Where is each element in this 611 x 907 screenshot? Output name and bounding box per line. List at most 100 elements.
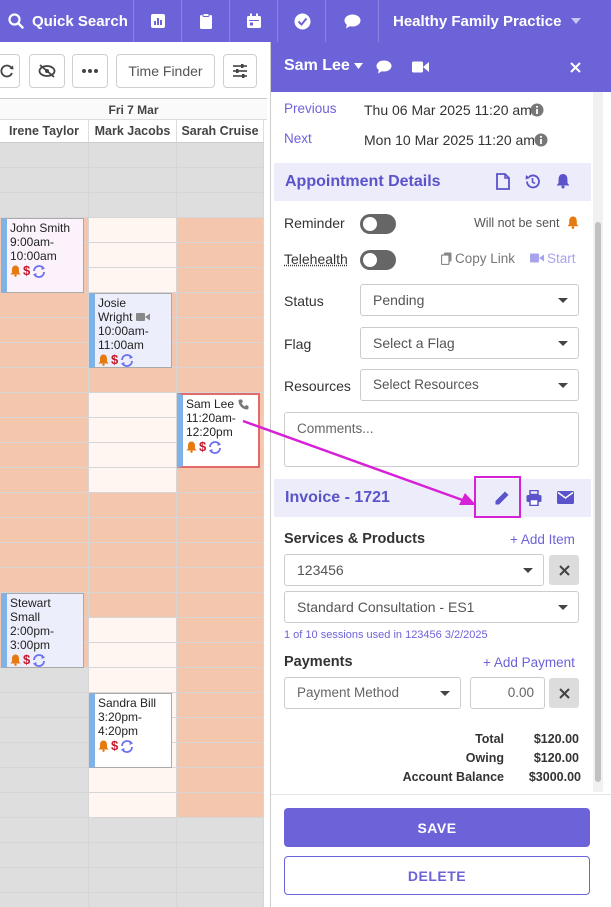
next-link[interactable]: Next: [284, 131, 312, 146]
service-product-select[interactable]: Standard Consultation - ES1: [284, 591, 579, 623]
info-icon[interactable]: [534, 133, 548, 147]
time-slot[interactable]: [89, 468, 177, 493]
time-slot[interactable]: [89, 168, 177, 193]
refresh-button[interactable]: [0, 54, 20, 88]
document-icon[interactable]: [496, 173, 510, 190]
time-slot[interactable]: [89, 818, 177, 843]
video-icon[interactable]: [412, 61, 429, 73]
filter-settings-button[interactable]: [223, 54, 257, 88]
time-slot[interactable]: [89, 368, 177, 393]
quick-search-button[interactable]: Quick Search: [0, 0, 134, 42]
time-slot[interactable]: [89, 493, 177, 518]
time-slot[interactable]: [0, 868, 89, 893]
time-slot[interactable]: [0, 418, 89, 443]
time-slot[interactable]: [89, 843, 177, 868]
save-button[interactable]: SAVE: [284, 808, 590, 847]
time-slot[interactable]: [177, 568, 264, 593]
time-slot[interactable]: [0, 668, 89, 693]
copy-icon[interactable]: [441, 252, 452, 265]
time-slot[interactable]: [0, 718, 89, 743]
time-slot[interactable]: [177, 643, 264, 668]
resources-select[interactable]: Select Resources: [360, 369, 579, 401]
time-slot[interactable]: [177, 768, 264, 793]
time-slot[interactable]: [0, 818, 89, 843]
time-slot[interactable]: [89, 868, 177, 893]
payment-method-select[interactable]: Payment Method: [284, 677, 461, 709]
time-slot[interactable]: [89, 418, 177, 443]
time-slot[interactable]: [0, 493, 89, 518]
time-slot[interactable]: [89, 393, 177, 418]
telehealth-toggle[interactable]: [360, 250, 396, 270]
time-slot[interactable]: [0, 368, 89, 393]
previous-link[interactable]: Previous: [284, 101, 337, 116]
time-slot[interactable]: [177, 343, 264, 368]
time-slot[interactable]: [0, 843, 89, 868]
appointment-josie-wright[interactable]: Josie Wright 10:00am- 11:00am $: [89, 293, 172, 368]
printer-icon[interactable]: [526, 490, 542, 506]
time-slot[interactable]: [177, 268, 264, 293]
time-slot[interactable]: [89, 143, 177, 168]
time-slot[interactable]: [0, 568, 89, 593]
time-slot[interactable]: [89, 793, 177, 818]
time-slot[interactable]: [89, 618, 177, 643]
column-header-sarah-cruise[interactable]: Sarah Cruise: [177, 120, 264, 143]
time-slot[interactable]: [177, 843, 264, 868]
time-slot[interactable]: [0, 318, 89, 343]
time-slot[interactable]: [177, 518, 264, 543]
time-slot[interactable]: [0, 168, 89, 193]
time-slot[interactable]: [177, 618, 264, 643]
add-item-link[interactable]: + Add Item: [510, 532, 575, 547]
bell-icon[interactable]: [556, 173, 570, 189]
time-slot[interactable]: [0, 393, 89, 418]
time-slot[interactable]: [0, 443, 89, 468]
time-slot[interactable]: [0, 793, 89, 818]
payment-amount-input[interactable]: 0.00: [470, 677, 545, 709]
time-slot[interactable]: [0, 543, 89, 568]
time-slot[interactable]: [89, 893, 177, 907]
add-payment-link[interactable]: + Add Payment: [483, 655, 575, 670]
info-icon[interactable]: [530, 103, 544, 117]
time-slot[interactable]: [89, 243, 177, 268]
appointment-john-smith[interactable]: John Smith 9:00am- 10:00am $: [1, 218, 84, 293]
hide-button[interactable]: [29, 54, 65, 88]
delete-button[interactable]: DELETE: [284, 856, 590, 895]
tasks-button[interactable]: [183, 0, 230, 42]
close-icon[interactable]: [570, 62, 581, 73]
time-slot[interactable]: [177, 543, 264, 568]
check-button[interactable]: [279, 0, 326, 42]
time-slot[interactable]: [177, 168, 264, 193]
time-slot[interactable]: [177, 818, 264, 843]
column-header-mark-jacobs[interactable]: Mark Jacobs: [89, 120, 177, 143]
time-slot[interactable]: [177, 693, 264, 718]
chat-icon[interactable]: [376, 60, 392, 74]
time-slot[interactable]: [0, 743, 89, 768]
time-slot[interactable]: [89, 643, 177, 668]
time-slot[interactable]: [0, 193, 89, 218]
comments-textarea[interactable]: Comments...: [284, 412, 579, 467]
time-slot[interactable]: [89, 668, 177, 693]
messages-button[interactable]: [327, 0, 379, 42]
practice-selector[interactable]: Healthy Family Practice: [380, 0, 611, 42]
time-slot[interactable]: [177, 318, 264, 343]
time-slot[interactable]: [89, 543, 177, 568]
reminder-toggle[interactable]: [360, 214, 396, 234]
time-slot[interactable]: [89, 218, 177, 243]
time-slot[interactable]: [0, 293, 89, 318]
column-header-irene-taylor[interactable]: Irene Taylor: [0, 120, 89, 143]
time-slot[interactable]: [177, 368, 264, 393]
time-slot[interactable]: [89, 193, 177, 218]
more-options-button[interactable]: [72, 54, 108, 88]
time-slot[interactable]: [177, 143, 264, 168]
time-slot[interactable]: [89, 568, 177, 593]
start-telehealth-button[interactable]: Start: [547, 251, 576, 266]
service-code-select[interactable]: 123456: [284, 554, 544, 586]
time-slot[interactable]: [89, 443, 177, 468]
time-slot[interactable]: [177, 493, 264, 518]
time-slot[interactable]: [89, 268, 177, 293]
envelope-icon[interactable]: [557, 491, 574, 504]
time-slot[interactable]: [177, 893, 264, 907]
time-slot[interactable]: [0, 468, 89, 493]
time-slot[interactable]: [0, 693, 89, 718]
time-slot[interactable]: [177, 793, 264, 818]
time-slot[interactable]: [177, 468, 264, 493]
